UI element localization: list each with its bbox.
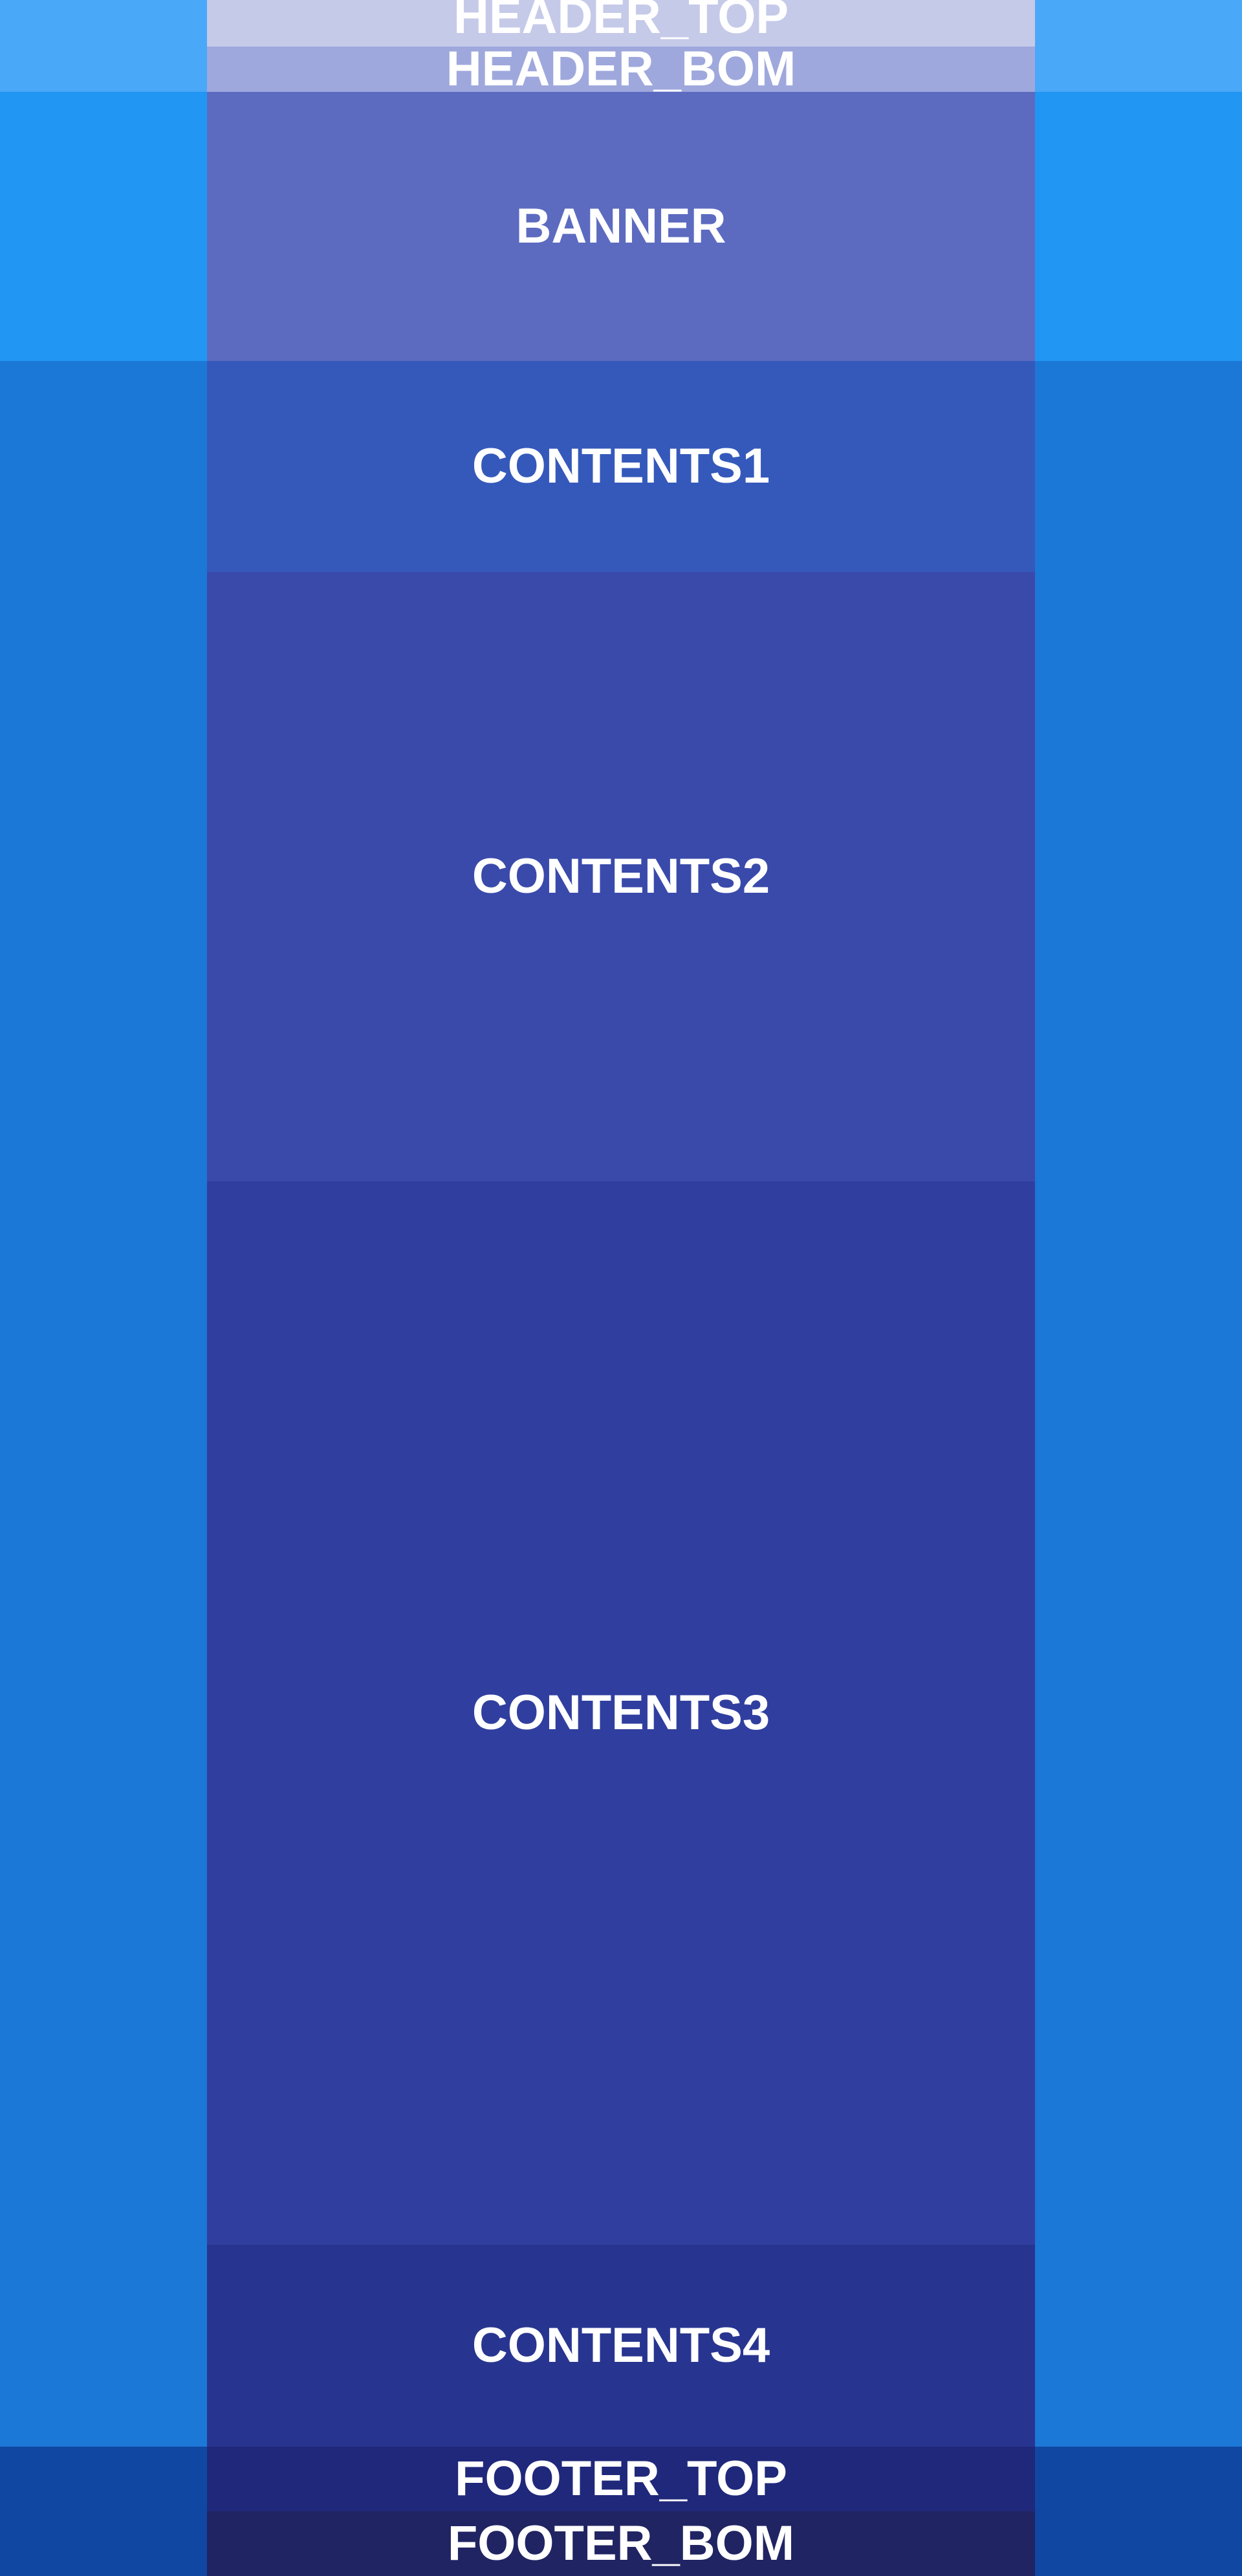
contents4-label: CONTENTS4 xyxy=(472,2318,770,2373)
contents3-label: CONTENTS3 xyxy=(472,1685,770,1740)
header-bottom-section: HEADER_BOM xyxy=(207,41,1035,96)
footer-top-section: FOOTER_TOP xyxy=(207,2447,1035,2511)
contents2-section: CONTENTS2 xyxy=(207,572,1035,1181)
contents1-label: CONTENTS1 xyxy=(472,439,770,494)
header-top-label: HEADER_TOP xyxy=(453,0,789,44)
footer-top-label: FOOTER_TOP xyxy=(455,2451,787,2506)
header-bottom-label: HEADER_BOM xyxy=(446,41,796,96)
banner-label: BANNER xyxy=(516,199,726,254)
contents3-section: CONTENTS3 xyxy=(207,1181,1035,2245)
footer-bottom-label: FOOTER_BOM xyxy=(447,2516,795,2571)
contents2-label: CONTENTS2 xyxy=(472,849,770,904)
banner-section: BANNER xyxy=(207,92,1035,361)
header-top-section: HEADER_TOP xyxy=(207,0,1035,47)
footer-bottom-section: FOOTER_BOM xyxy=(207,2511,1035,2576)
contents1-section: CONTENTS1 xyxy=(207,361,1035,572)
contents4-section: CONTENTS4 xyxy=(207,2245,1035,2447)
